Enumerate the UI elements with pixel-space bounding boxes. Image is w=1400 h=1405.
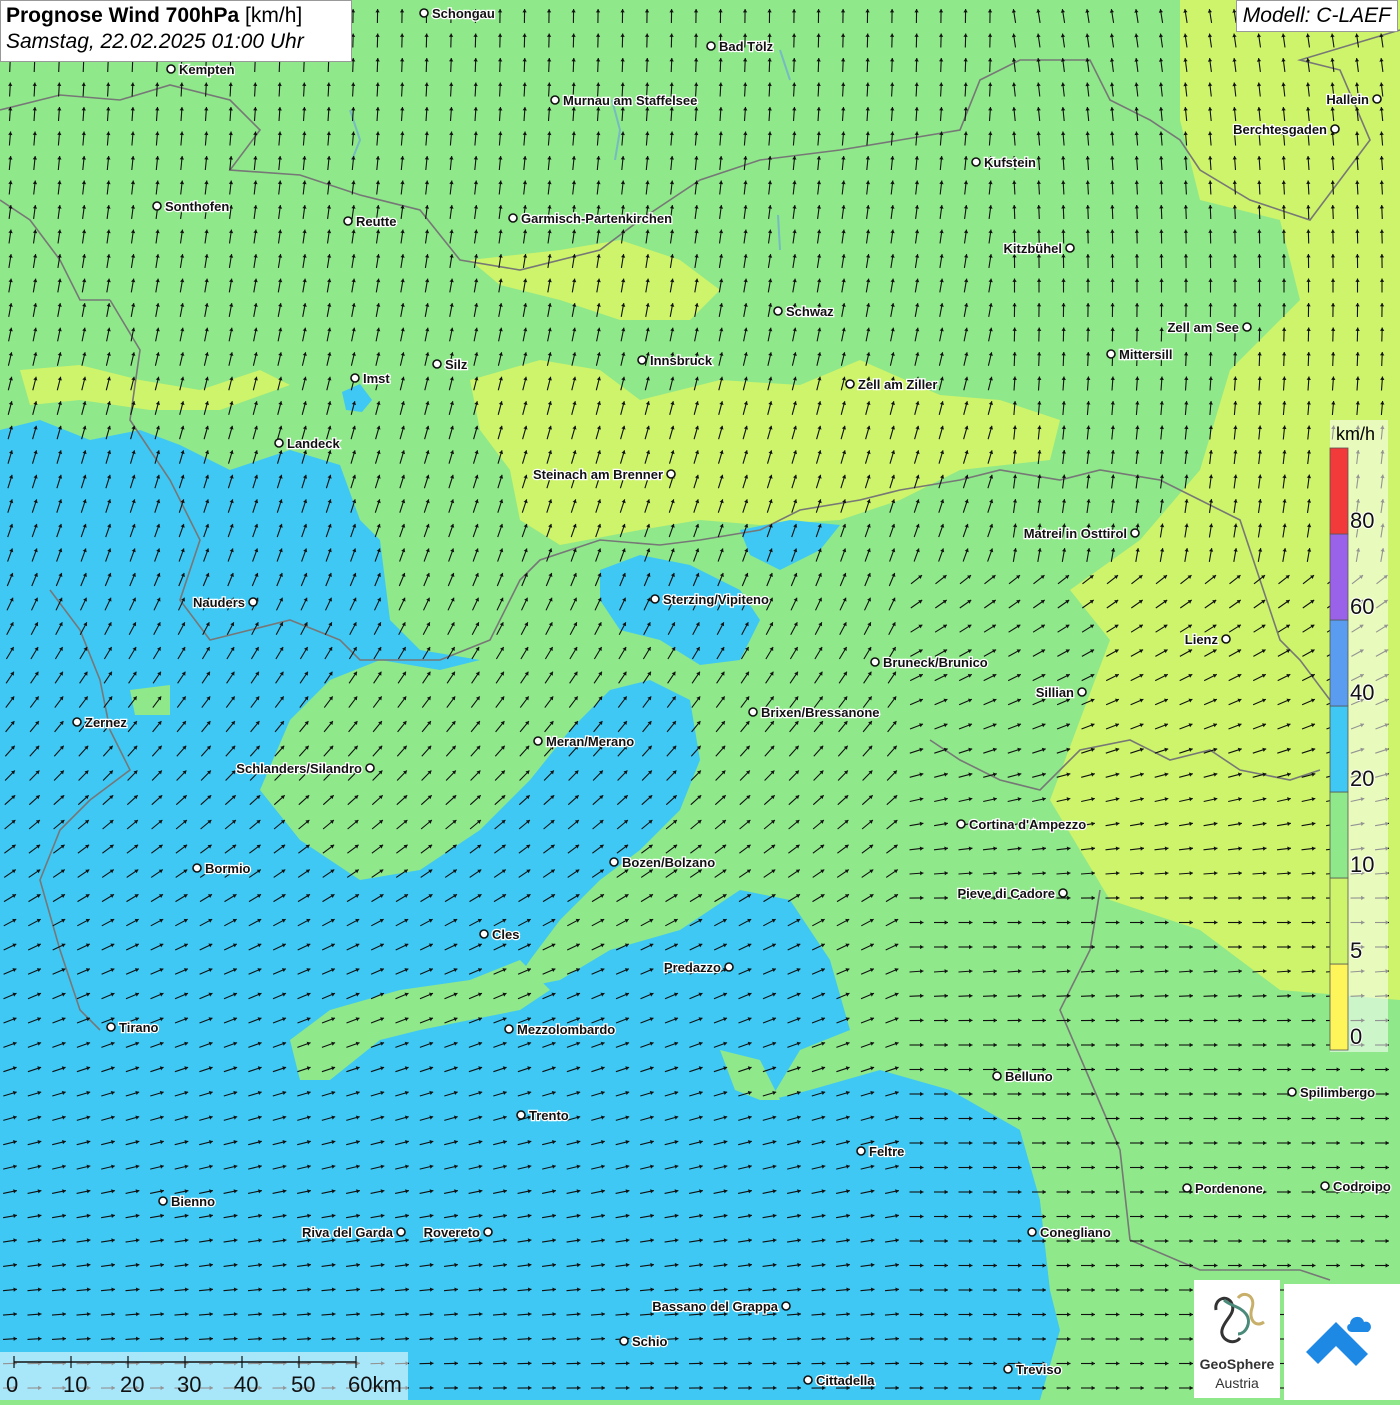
- wind-map[interactable]: 051020406080 0102030405060km SchongauBad…: [0, 0, 1400, 1400]
